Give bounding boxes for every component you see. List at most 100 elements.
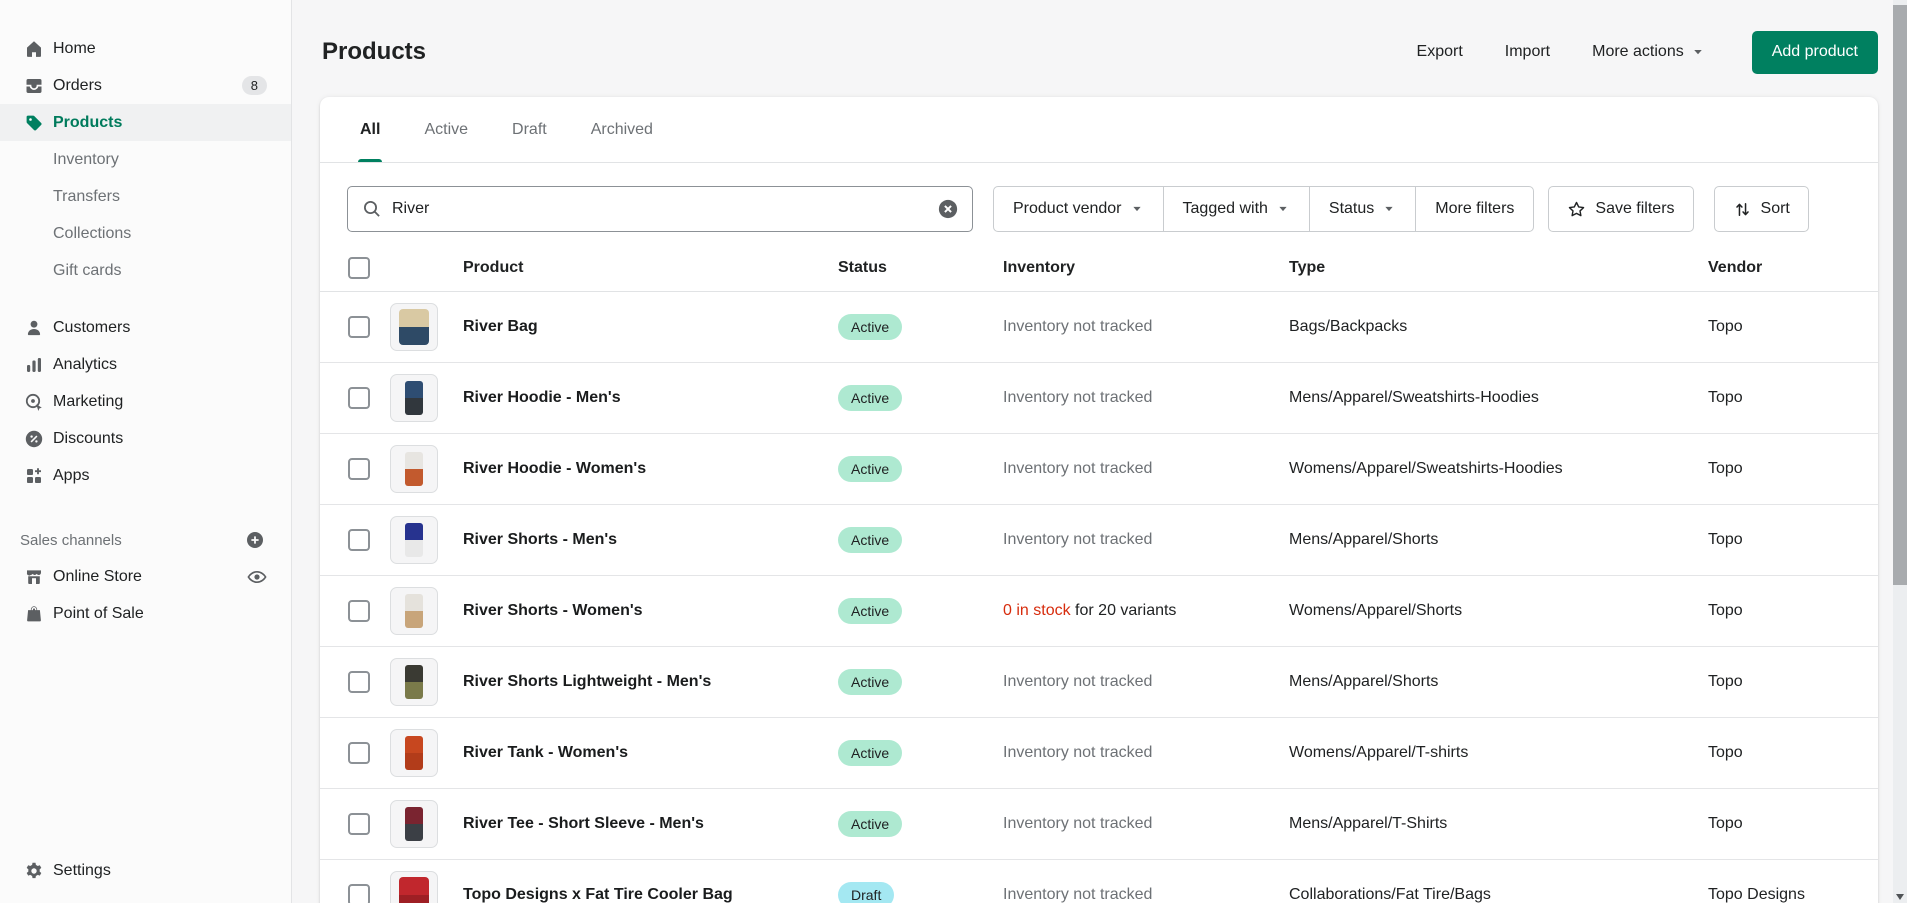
table-row[interactable]: Topo Designs x Fat Tire Cooler Bag Draft…: [320, 860, 1878, 903]
tabs: All Active Draft Archived: [320, 97, 1878, 163]
sidebar-item-label: Marketing: [53, 393, 123, 411]
inventory-cell: Inventory not tracked: [1003, 460, 1289, 478]
search-box: [347, 186, 973, 232]
sidebar-item-collections[interactable]: Collections: [0, 215, 291, 252]
table-row[interactable]: River Tank - Women's Active Inventory no…: [320, 718, 1878, 789]
sidebar-item-transfers[interactable]: Transfers: [0, 178, 291, 215]
product-name[interactable]: River Hoodie - Men's: [463, 389, 838, 407]
clear-search-button[interactable]: [936, 197, 960, 221]
table-row[interactable]: River Shorts Lightweight - Men's Active …: [320, 647, 1878, 718]
sort-button[interactable]: Sort: [1714, 186, 1809, 232]
select-all-checkbox[interactable]: [348, 257, 370, 279]
status-badge: Active: [838, 669, 902, 696]
sidebar-item-orders[interactable]: Orders 8: [0, 67, 291, 104]
product-name[interactable]: River Tank - Women's: [463, 744, 838, 762]
product-name[interactable]: River Bag: [463, 318, 838, 336]
filter-controls: Product vendor Tagged with Status More f…: [320, 163, 1878, 245]
sidebar-item-point-of-sale[interactable]: Point of Sale: [0, 595, 291, 632]
chevron-down-icon: [1382, 202, 1396, 216]
status-badge: Active: [838, 740, 902, 767]
sidebar-item-inventory[interactable]: Inventory: [0, 141, 291, 178]
type-cell: Mens/Apparel/Shorts: [1289, 673, 1708, 691]
scrollbar-thumb[interactable]: [1893, 5, 1907, 585]
table-row[interactable]: River Hoodie - Women's Active Inventory …: [320, 434, 1878, 505]
discounts-icon: [24, 429, 44, 449]
sidebar-item-analytics[interactable]: Analytics: [0, 346, 291, 383]
sidebar-item-label: Inventory: [53, 151, 119, 169]
sidebar-item-label: Home: [53, 40, 96, 58]
sidebar-item-marketing[interactable]: Marketing: [0, 383, 291, 420]
tagged-with-filter[interactable]: Tagged with: [1164, 187, 1310, 231]
table-row[interactable]: River Hoodie - Men's Active Inventory no…: [320, 363, 1878, 434]
tab-archived[interactable]: Archived: [589, 97, 655, 162]
export-button[interactable]: Export: [1403, 35, 1477, 69]
product-name[interactable]: River Shorts - Men's: [463, 531, 838, 549]
table-row[interactable]: River Shorts - Women's Active 0 in stock…: [320, 576, 1878, 647]
vertical-scrollbar[interactable]: [1893, 0, 1907, 903]
inventory-cell: Inventory not tracked: [1003, 673, 1289, 691]
page-header: Products Export Import More actions Add …: [320, 30, 1878, 74]
import-button[interactable]: Import: [1491, 35, 1564, 69]
search-input[interactable]: [392, 200, 936, 218]
add-sales-channel-button[interactable]: [245, 530, 265, 550]
gear-icon: [24, 861, 44, 881]
sidebar: Home Orders 8 Products Inventory Transfe…: [0, 0, 292, 903]
more-filters-button[interactable]: More filters: [1416, 187, 1533, 231]
inventory-warning: 0 in stock: [1003, 602, 1071, 619]
row-checkbox[interactable]: [348, 316, 370, 338]
status-filter-label: Status: [1329, 200, 1374, 218]
product-name[interactable]: Topo Designs x Fat Tire Cooler Bag: [463, 886, 838, 903]
product-name[interactable]: River Hoodie - Women's: [463, 460, 838, 478]
table-header: Product Status Inventory Type Vendor: [320, 245, 1878, 292]
product-name[interactable]: River Shorts Lightweight - Men's: [463, 673, 838, 691]
sidebar-item-discounts[interactable]: Discounts: [0, 420, 291, 457]
row-checkbox[interactable]: [348, 671, 370, 693]
table-row[interactable]: River Tee - Short Sleeve - Men's Active …: [320, 789, 1878, 860]
type-cell: Womens/Apparel/Shorts: [1289, 602, 1708, 620]
row-checkbox[interactable]: [348, 600, 370, 622]
column-header-inventory: Inventory: [1003, 259, 1289, 277]
product-name[interactable]: River Shorts - Women's: [463, 602, 838, 620]
home-icon: [24, 39, 44, 59]
sidebar-item-label: Online Store: [53, 568, 142, 586]
sidebar-item-products[interactable]: Products: [0, 104, 291, 141]
sidebar-item-online-store[interactable]: Online Store: [0, 558, 291, 595]
row-checkbox[interactable]: [348, 529, 370, 551]
sidebar-item-home[interactable]: Home: [0, 30, 291, 67]
column-header-type: Type: [1289, 259, 1708, 277]
scrollbar-down-arrow[interactable]: [1896, 894, 1904, 900]
status-filter[interactable]: Status: [1310, 187, 1416, 231]
star-icon: [1567, 200, 1586, 219]
sidebar-item-label: Products: [53, 114, 122, 132]
tab-all[interactable]: All: [358, 97, 382, 162]
column-header-status: Status: [838, 259, 1003, 277]
table-row[interactable]: River Bag Active Inventory not tracked B…: [320, 292, 1878, 363]
row-checkbox[interactable]: [348, 458, 370, 480]
product-name[interactable]: River Tee - Short Sleeve - Men's: [463, 815, 838, 833]
save-filters-button[interactable]: Save filters: [1548, 186, 1693, 232]
eye-icon[interactable]: [247, 567, 267, 587]
more-actions-button[interactable]: More actions: [1578, 35, 1720, 69]
row-checkbox[interactable]: [348, 884, 370, 903]
sidebar-item-label: Transfers: [53, 188, 120, 206]
sidebar-item-settings[interactable]: Settings: [0, 852, 291, 889]
status-badge: Active: [838, 527, 902, 554]
table-row[interactable]: River Shorts - Men's Active Inventory no…: [320, 505, 1878, 576]
type-cell: Womens/Apparel/T-shirts: [1289, 744, 1708, 762]
row-checkbox[interactable]: [348, 742, 370, 764]
tagged-with-label: Tagged with: [1183, 200, 1268, 218]
type-cell: Collaborations/Fat Tire/Bags: [1289, 886, 1708, 903]
type-cell: Womens/Apparel/Sweatshirts-Hoodies: [1289, 460, 1708, 478]
product-vendor-filter[interactable]: Product vendor: [994, 187, 1164, 231]
sidebar-item-apps[interactable]: Apps: [0, 457, 291, 494]
row-checkbox[interactable]: [348, 387, 370, 409]
tab-draft[interactable]: Draft: [510, 97, 549, 162]
add-product-button[interactable]: Add product: [1752, 31, 1878, 74]
close-icon: [937, 198, 959, 220]
row-checkbox[interactable]: [348, 813, 370, 835]
tab-active[interactable]: Active: [422, 97, 470, 162]
sidebar-item-gift-cards[interactable]: Gift cards: [0, 252, 291, 289]
chevron-down-icon: [1276, 202, 1290, 216]
sidebar-item-customers[interactable]: Customers: [0, 309, 291, 346]
product-thumbnail: [390, 729, 438, 777]
